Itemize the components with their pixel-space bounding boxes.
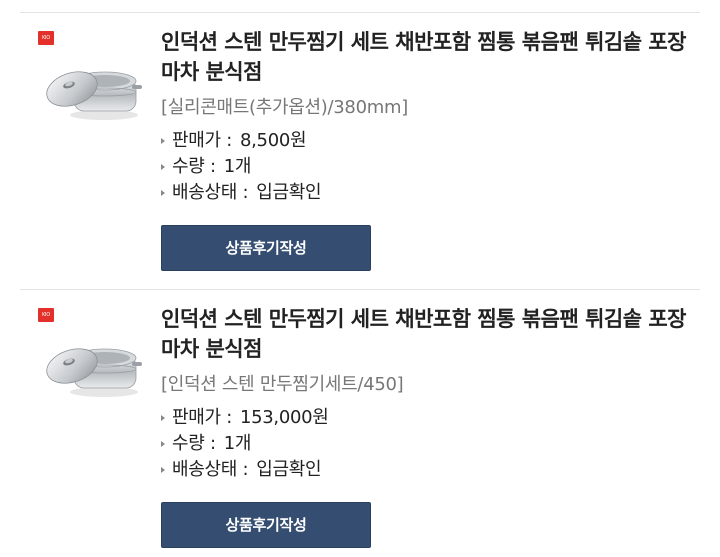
shipping-status-label: 배송상태 : xyxy=(172,182,249,203)
brand-logo-icon: KIO xyxy=(38,31,54,45)
triangle-bullet-icon xyxy=(161,441,165,447)
product-option: [인덕션 스텐 만두찜기세트/450] xyxy=(161,374,404,395)
quantity-row: 수량 : 1개 xyxy=(161,431,329,457)
quantity-value: 1개 xyxy=(223,433,252,454)
triangle-bullet-icon xyxy=(161,138,165,144)
shipping-status-row: 배송상태 : 입금확인 xyxy=(161,457,329,483)
triangle-bullet-icon xyxy=(161,467,165,473)
shipping-status-label: 배송상태 : xyxy=(172,459,249,480)
shipping-status-row: 배송상태 : 입금확인 xyxy=(161,180,322,206)
triangle-bullet-icon xyxy=(161,415,165,421)
price-label: 판매가 : xyxy=(172,130,232,151)
shipping-status-value: 입금확인 xyxy=(256,182,322,203)
order-item: KIO 인덕션 스텐 만두찜기 세트 채반포함 찜통 볶음팬 튀김솥 포장마차 … xyxy=(20,13,700,290)
order-info-list: 판매가 : 8,500원 수량 : 1개 배송상태 : 입금확인 xyxy=(161,128,322,206)
price-label: 판매가 : xyxy=(172,407,232,428)
shipping-status-value: 입금확인 xyxy=(256,459,322,480)
order-item: KIO 인덕션 스텐 만두찜기 세트 채반포함 찜통 볶음팬 튀김솥 포장마차 … xyxy=(20,290,700,557)
price-value: 153,000원 xyxy=(239,407,329,428)
quantity-row: 수량 : 1개 xyxy=(161,154,321,180)
order-info-list: 판매가 : 153,000원 수량 : 1개 배송상태 : 입금확인 xyxy=(161,405,329,483)
write-review-button[interactable]: 상품후기작성 xyxy=(161,225,371,271)
order-list: KIO 인덕션 스텐 만두찜기 세트 채반포함 찜통 볶음팬 튀김솥 포장마차 … xyxy=(0,0,720,557)
product-thumbnail[interactable]: KIO xyxy=(36,304,146,404)
price-row: 판매가 : 8,500원 xyxy=(161,128,321,154)
triangle-bullet-icon xyxy=(161,190,165,196)
product-title[interactable]: 인덕션 스텐 만두찜기 세트 채반포함 찜통 볶음팬 튀김솥 포장마차 분식점 xyxy=(161,304,691,364)
price-row: 판매가 : 153,000원 xyxy=(161,405,329,431)
quantity-label: 수량 : xyxy=(172,156,216,177)
product-thumbnail[interactable]: KIO xyxy=(36,27,146,127)
product-option: [실리콘매트(추가옵션)/380mm] xyxy=(161,97,408,118)
write-review-button[interactable]: 상품후기작성 xyxy=(161,502,371,548)
quantity-label: 수량 : xyxy=(172,433,216,454)
brand-logo-icon: KIO xyxy=(38,308,54,322)
price-value: 8,500원 xyxy=(239,130,307,151)
quantity-value: 1개 xyxy=(223,156,252,177)
product-title[interactable]: 인덕션 스텐 만두찜기 세트 채반포함 찜통 볶음팬 튀김솥 포장마차 분식점 xyxy=(161,27,691,87)
triangle-bullet-icon xyxy=(161,164,165,170)
